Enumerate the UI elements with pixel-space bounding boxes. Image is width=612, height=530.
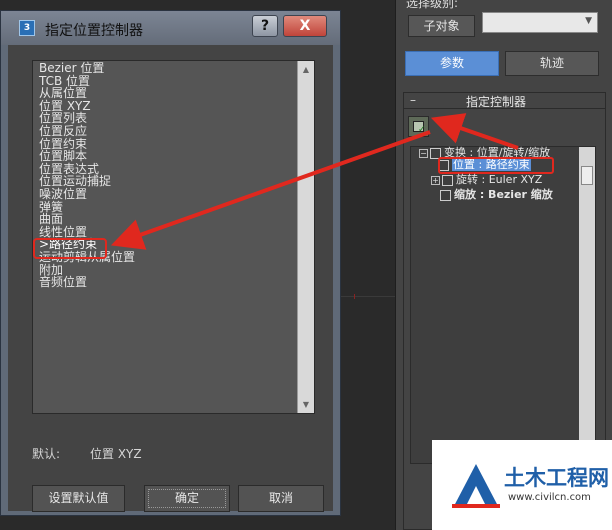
watermark-name: 土木工程网 — [504, 466, 609, 490]
arrow-to-list-item — [110, 130, 431, 250]
arrow-to-assign-button — [430, 113, 519, 150]
watermark: 土木工程网 www.civilcn.com — [432, 440, 612, 530]
watermark-url: www.civilcn.com — [508, 492, 591, 503]
civilcn-logo-icon — [452, 464, 500, 508]
